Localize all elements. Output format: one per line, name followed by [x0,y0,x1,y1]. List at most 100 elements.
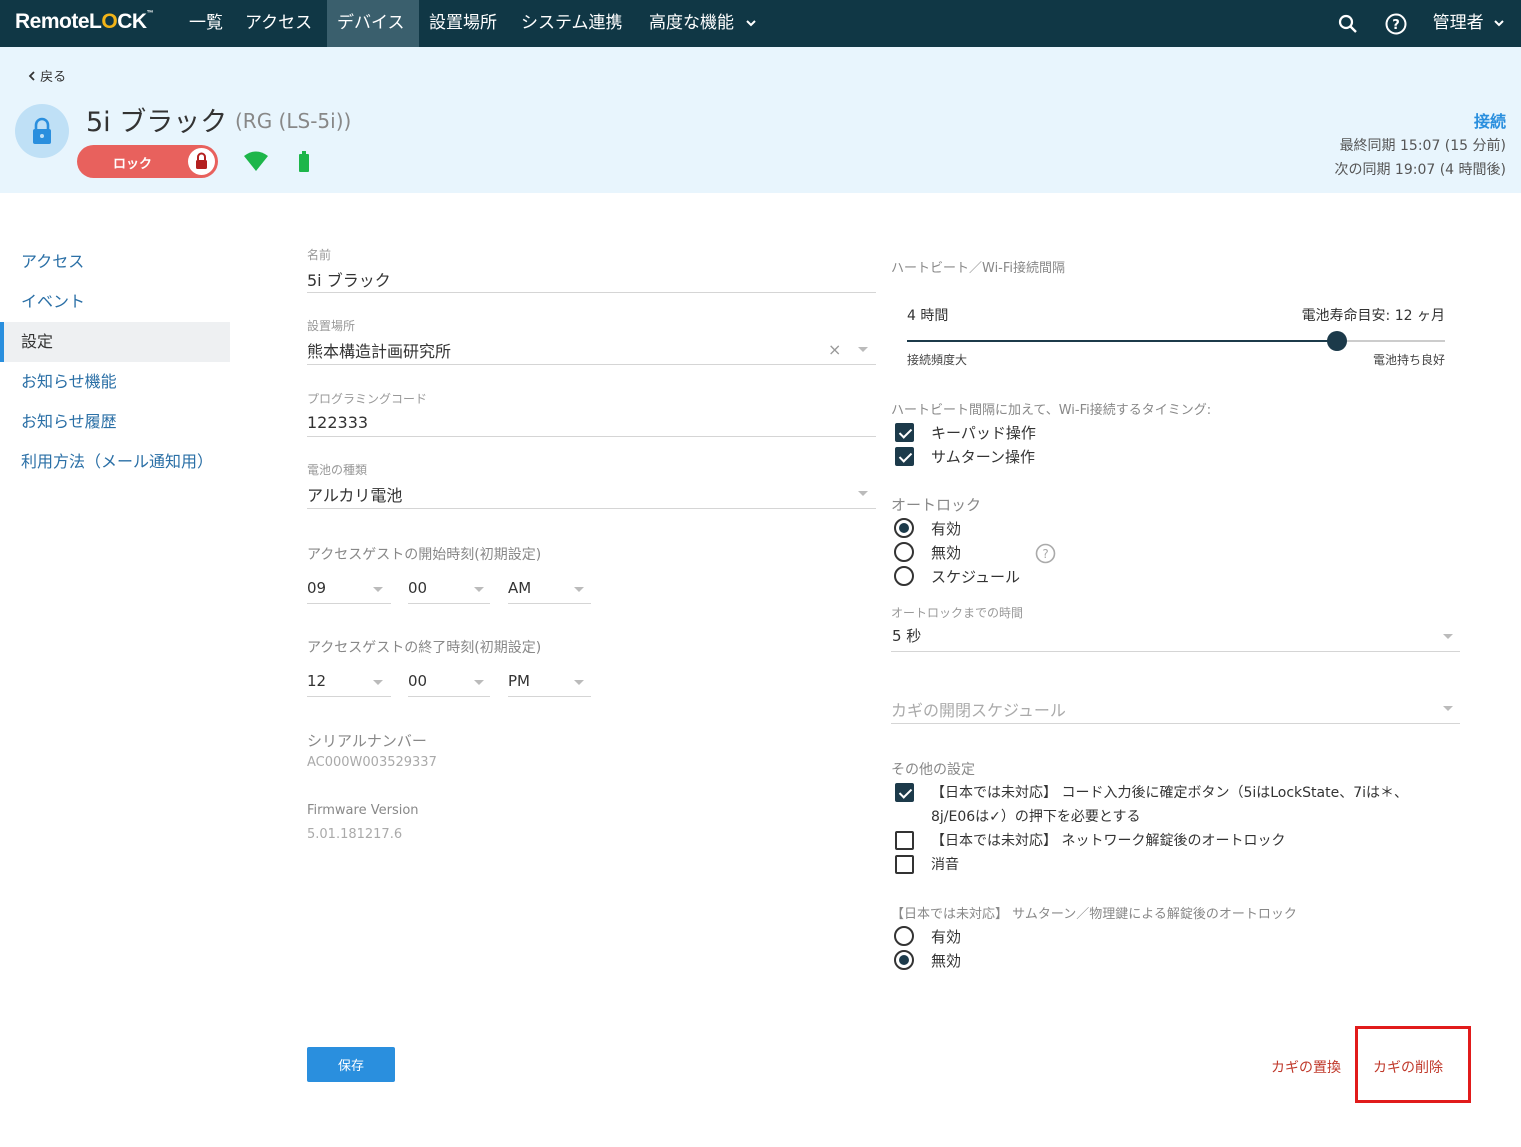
keypad-label: キーパッド操作 [931,424,1036,442]
next-sync: 次の同期 19:07 (4 時間後) [1334,162,1506,178]
sidebar-item-notifications[interactable]: お知らせ機能 [0,362,230,402]
firmware-label: Firmware Version [307,803,419,818]
dropdown-icon[interactable] [373,680,383,685]
end-hour-underline [307,696,391,697]
confirm-button-checkbox[interactable] [895,783,914,802]
manual-autolock-on-radio[interactable] [894,926,914,946]
network-autolock-label: 【日本では未対応】 ネットワーク解錠後のオートロック [931,833,1286,849]
battery-dropdown-icon[interactable] [858,491,868,496]
device-header [0,47,1521,193]
start-minute-select[interactable]: 00 [408,579,427,597]
code-label: プログラミングコード [307,392,428,406]
logo-text-3: CK [117,10,147,33]
nav-item-advanced[interactable]: 高度な機能 [639,0,767,47]
end-ampm-select[interactable]: PM [508,672,530,690]
thumbturn-label: サムターン操作 [931,448,1035,466]
dropdown-icon[interactable] [574,587,584,592]
chevron-down-icon [1494,20,1504,27]
sidebar-item-settings[interactable]: 設定 [0,322,230,362]
autolock-schedule-label: スケジュール [931,568,1020,586]
autolock-on-label: 有効 [931,520,962,538]
autolock-off-radio[interactable] [894,542,914,562]
name-label: 名前 [307,248,332,262]
autolock-time-underline [891,651,1460,652]
heartbeat-slider-track[interactable] [907,331,1445,351]
other-settings-label: その他の設定 [891,762,975,778]
schedule-dropdown-icon[interactable] [1443,706,1453,711]
manual-autolock-on-label: 有効 [931,928,962,946]
dropdown-icon[interactable] [574,680,584,685]
top-navbar: RemoteLOCK™ 一覧 アクセス デバイス 設置場所 システム連携 高度な… [0,0,1521,47]
schedule-underline [891,723,1460,724]
back-link[interactable]: 戻る [28,66,66,85]
battery-type-select[interactable]: アルカリ電池 [307,482,402,506]
heartbeat-slider-fill [907,340,1338,342]
autolock-time-dropdown-icon[interactable] [1443,634,1453,639]
location-underline [307,364,876,365]
sidebar-item-usage[interactable]: 利用方法（メール通知用） [0,442,230,482]
thumbturn-checkbox[interactable] [895,447,914,466]
dropdown-icon[interactable] [474,680,484,685]
slider-min-label: 接続頻度大 [907,353,968,367]
battery-type-label: 電池の種類 [307,463,368,477]
clear-icon[interactable]: × [828,340,841,359]
manual-autolock-off-label: 無効 [931,952,962,970]
start-hour-underline [307,603,391,604]
device-model: (RG (LS-5i)) [235,109,352,133]
end-minute-select[interactable]: 00 [408,672,427,690]
admin-menu[interactable]: 管理者 [1433,0,1505,47]
sidebar-item-notification-history[interactable]: お知らせ履歴 [0,402,230,442]
dropdown-icon[interactable] [474,587,484,592]
heartbeat-slider-handle[interactable] [1327,331,1348,351]
nav-item-locations[interactable]: 設置場所 [419,0,507,47]
device-avatar [15,104,69,158]
save-button[interactable]: 保存 [307,1047,395,1082]
schedule-select[interactable]: カギの開閉スケジュール [891,697,1066,721]
keypad-checkbox[interactable] [895,423,914,442]
lock-knob [188,148,215,175]
logo[interactable]: RemoteLOCK™ [15,10,154,34]
back-label: 戻る [40,70,67,85]
code-underline [307,436,876,437]
wifi-timing-label: ハートビート間隔に加えて、Wi-Fi接続するタイミング: [891,403,1212,418]
code-field[interactable]: 122333 [307,413,368,432]
nav-item-access[interactable]: アクセス [235,0,322,47]
nav-item-list[interactable]: 一覧 [179,0,233,47]
chevron-down-icon [746,20,757,27]
autolock-off-label: 無効 [931,544,962,562]
mute-checkbox[interactable] [895,855,914,874]
autolock-time-select[interactable]: 5 秒 [892,625,921,646]
end-hour-select[interactable]: 12 [307,672,326,690]
name-underline [307,292,876,293]
location-select[interactable]: 熊本構造計画研究所 [307,338,451,362]
lock-toggle-label: ロック [113,157,153,172]
location-dropdown-icon[interactable] [858,347,868,352]
sidebar-item-access[interactable]: アクセス [0,242,230,282]
last-sync: 最終同期 15:07 (15 分前) [1339,138,1506,154]
name-field[interactable]: 5i ブラック [307,267,391,291]
start-ampm-select[interactable]: AM [508,579,531,597]
nav-item-integrations[interactable]: システム連携 [511,0,633,47]
dropdown-icon[interactable] [373,587,383,592]
help-icon[interactable]: ? [1035,543,1056,564]
battery-icon [299,151,309,172]
start-hour-select[interactable]: 09 [307,579,326,597]
logo-text-1: Remote [15,10,90,33]
network-autolock-checkbox[interactable] [895,831,914,850]
svg-text:?: ? [1042,547,1048,561]
heartbeat-label: ハートビート／Wi-Fi接続間隔 [891,261,1066,276]
lock-toggle-button[interactable]: ロック [77,145,218,178]
nav-item-devices[interactable]: デバイス [327,0,419,47]
autolock-schedule-radio[interactable] [894,566,914,586]
autolock-on-radio[interactable] [894,518,914,538]
padlock-icon [196,152,207,169]
autolock-time-label: オートロックまでの時間 [891,606,1024,620]
battery-life-estimate: 電池寿命目安: 12 ヶ月 [1301,308,1445,324]
sidebar-item-events[interactable]: イベント [0,282,230,322]
wifi-icon [244,151,268,171]
autolock-label: オートロック [891,496,982,514]
manual-autolock-off-radio[interactable] [894,950,914,970]
search-icon[interactable] [1336,12,1360,36]
help-icon[interactable]: ? [1384,12,1408,36]
replace-lock-link[interactable]: カギの置換 [1271,1057,1341,1077]
